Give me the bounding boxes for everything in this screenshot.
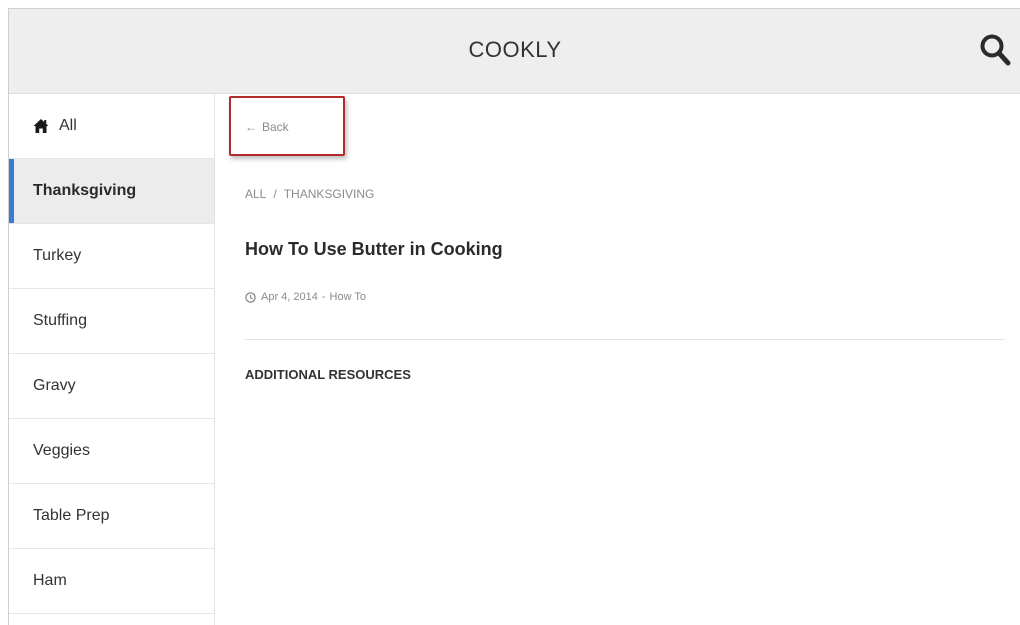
sidebar-item-label: Thanksgiving [33, 182, 137, 199]
sidebar: All Thanksgiving Turkey Stuffing Gravy V… [9, 94, 215, 625]
sidebar-item-label: Turkey [33, 247, 82, 264]
sidebar-item-label: Gravy [33, 377, 76, 394]
app-title: COOKLY [468, 37, 562, 62]
app-window: COOKLY All Thanksgiving Turkey Stuffing … [8, 8, 1020, 625]
sidebar-item-all[interactable]: All [9, 94, 214, 159]
article-category-link[interactable]: How To [330, 291, 366, 303]
search-icon [980, 34, 1011, 66]
back-arrow-icon: ← [245, 120, 257, 134]
sidebar-item-stuffing[interactable]: Stuffing [9, 289, 214, 354]
sidebar-item-label: Veggies [33, 442, 90, 459]
home-icon [33, 119, 49, 133]
sidebar-item-label: Ham [33, 572, 67, 589]
sidebar-item-label: Stuffing [33, 312, 87, 329]
search-button[interactable] [979, 33, 1011, 67]
back-label: Back [262, 120, 289, 134]
breadcrumb: ALL / THANKSGIVING [245, 187, 374, 201]
sidebar-item-table-prep[interactable]: Table Prep [9, 484, 214, 549]
divider [245, 339, 1005, 340]
main-content: ← Back ALL / THANKSGIVING How To Use Butter… [215, 94, 1020, 625]
breadcrumb-separator: / [273, 187, 277, 201]
back-link[interactable]: ← Back [245, 120, 289, 134]
article-title: How To Use Butter in Cooking [245, 239, 503, 259]
sidebar-item-label: All [59, 117, 77, 134]
meta-separator: - [321, 291, 326, 303]
sidebar-item-thanksgiving[interactable]: Thanksgiving [9, 159, 214, 224]
sidebar-item-veggies[interactable]: Veggies [9, 419, 214, 484]
sidebar-item-gravy[interactable]: Gravy [9, 354, 214, 419]
article-meta: Apr 4, 2014 - How To [245, 291, 366, 303]
breadcrumb-current-link[interactable]: THANKSGIVING [284, 187, 375, 201]
sidebar-item-turkey[interactable]: Turkey [9, 224, 214, 289]
article-date: Apr 4, 2014 [261, 291, 318, 303]
header-bar: COOKLY [9, 9, 1020, 94]
clock-icon [245, 291, 256, 303]
additional-resources-heading: ADDITIONAL RESOURCES [245, 367, 411, 382]
sidebar-item-ham[interactable]: Ham [9, 549, 214, 614]
sidebar-item-label: Table Prep [33, 507, 110, 524]
breadcrumb-all-link[interactable]: ALL [245, 187, 266, 201]
